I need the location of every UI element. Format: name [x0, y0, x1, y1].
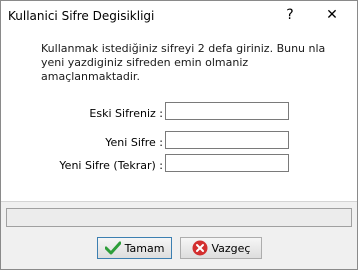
cancel-icon	[192, 240, 208, 256]
dialog-content: Kullanmak istediğiniz sifreyi 2 defa gir…	[1, 31, 357, 201]
window-title: Kullanici Sifre Degisikligi	[8, 9, 155, 23]
confirm-password-input[interactable]	[165, 154, 289, 172]
check-icon	[104, 241, 121, 255]
instruction-text: Kullanmak istediğiniz sifreyi 2 defa gir…	[41, 42, 341, 84]
instruction-line-2: yeni yazdiginiz sifreden emin olmaniz	[41, 56, 249, 69]
cancel-button[interactable]: Vazgeç	[180, 237, 262, 259]
password-change-dialog: Kullanici Sifre Degisikligi ? ✕ Kullanma…	[0, 0, 358, 270]
cancel-button-label: Vazgeç	[211, 241, 251, 255]
separator	[1, 201, 357, 202]
instruction-line-1: Kullanmak istediğiniz sifreyi 2 defa gir…	[41, 42, 326, 55]
ok-button-label: Tamam	[124, 241, 165, 255]
close-icon[interactable]: ✕	[323, 6, 341, 24]
new-password-input[interactable]	[165, 131, 289, 149]
instruction-line-3: amaçlanmaktadir.	[41, 70, 140, 83]
old-password-input[interactable]	[165, 102, 289, 120]
title-bar[interactable]: Kullanici Sifre Degisikligi ? ✕	[1, 1, 357, 31]
status-bar	[6, 208, 352, 227]
confirm-password-label: Yeni Sifre (Tekrar) :	[59, 159, 163, 172]
old-password-label: Eski Sifreniz :	[89, 107, 163, 120]
new-password-label: Yeni Sifre :	[105, 136, 163, 149]
help-icon[interactable]: ?	[282, 6, 298, 24]
ok-button[interactable]: Tamam	[97, 237, 172, 259]
